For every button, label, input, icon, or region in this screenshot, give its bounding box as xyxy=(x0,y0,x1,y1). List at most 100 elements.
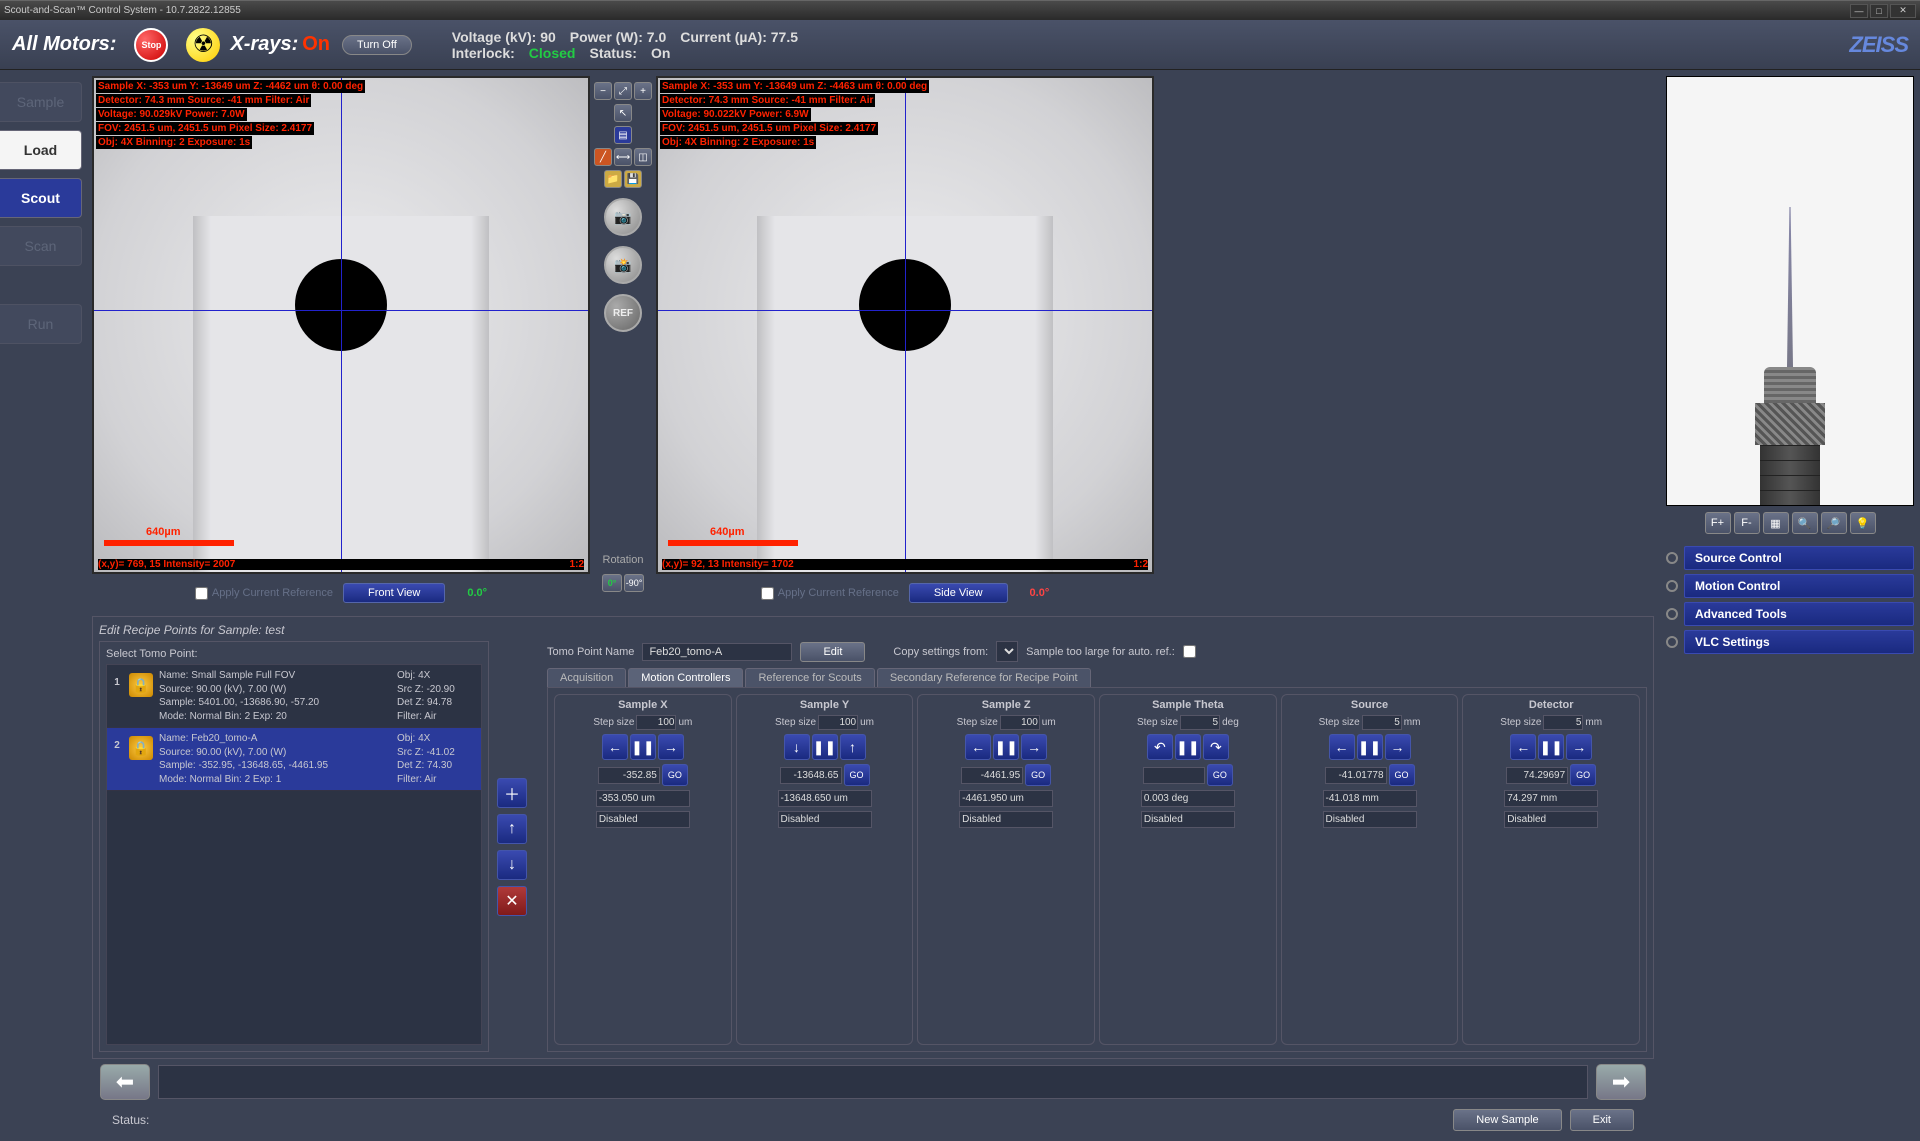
motor-sz-neg[interactable]: ← xyxy=(965,734,991,760)
line-tool-icon[interactable]: ╱ xyxy=(594,148,612,166)
maximize-button[interactable]: □ xyxy=(1870,4,1888,18)
rotate-neg90-button[interactable]: -90° xyxy=(624,574,644,592)
motor-src-target[interactable] xyxy=(1325,767,1387,784)
lamp-icon[interactable]: 💡 xyxy=(1850,512,1876,534)
side-view-button[interactable]: Side View xyxy=(909,583,1008,603)
motor-det-state: Disabled xyxy=(1504,811,1598,828)
minimize-button[interactable]: — xyxy=(1850,4,1868,18)
close-button[interactable]: ✕ xyxy=(1890,4,1916,18)
motor-sx-pos[interactable]: → xyxy=(658,734,684,760)
vlc-settings-radio[interactable] xyxy=(1666,636,1678,648)
motor-sy-pos[interactable]: ↑ xyxy=(840,734,866,760)
motor-det-stop[interactable]: ❚❚ xyxy=(1538,734,1564,760)
side-viewport[interactable]: Sample X: -353 um Y: -13649 um Z: -4463 … xyxy=(656,76,1154,574)
motor-sz-step[interactable] xyxy=(1000,715,1040,730)
motor-st-target[interactable] xyxy=(1143,767,1205,784)
motor-st-stop[interactable]: ❚❚ xyxy=(1175,734,1201,760)
ruler-tool-icon[interactable]: ◫ xyxy=(634,148,652,166)
tomo-item-2[interactable]: 2 🔒 Name: Feb20_tomo-A Source: 90.00 (kV… xyxy=(107,728,481,791)
motor-sy-go[interactable]: GO xyxy=(844,764,870,786)
source-control-radio[interactable] xyxy=(1666,552,1678,564)
rotate-zero-button[interactable]: 0° xyxy=(602,574,622,592)
front-view-button[interactable]: Front View xyxy=(343,583,445,603)
motor-src-pos[interactable]: → xyxy=(1385,734,1411,760)
zoom-fit-icon[interactable]: ⤢ xyxy=(614,82,632,100)
motor-sy-target[interactable] xyxy=(780,767,842,784)
tab-acquisition[interactable]: Acquisition xyxy=(547,668,626,687)
zoom-in-icon[interactable]: + xyxy=(634,82,652,100)
save-icon[interactable]: 💾 xyxy=(624,170,642,188)
advanced-tools-header[interactable]: Advanced Tools xyxy=(1684,602,1914,626)
front-viewport[interactable]: Sample X: -353 um Y: -13649 um Z: -4462 … xyxy=(92,76,590,574)
motor-det-step[interactable] xyxy=(1543,715,1583,730)
motor-st-pos[interactable]: ↷ xyxy=(1203,734,1229,760)
measure-tool-icon[interactable]: ⟷ xyxy=(614,148,632,166)
next-arrow[interactable]: ➡ xyxy=(1596,1064,1646,1100)
tab-load[interactable]: Load xyxy=(0,130,82,170)
motor-sx-stop[interactable]: ❚❚ xyxy=(630,734,656,760)
motor-det-pos[interactable]: → xyxy=(1566,734,1592,760)
motor-sy-neg[interactable]: ↓ xyxy=(784,734,810,760)
zoom-in-icon[interactable]: 🔍 xyxy=(1792,512,1818,534)
source-control-header[interactable]: Source Control xyxy=(1684,546,1914,570)
advanced-tools-radio[interactable] xyxy=(1666,608,1678,620)
tomo-list[interactable]: 1 🔒 Name: Small Sample Full FOV Source: … xyxy=(106,664,482,1045)
folder-icon[interactable]: 📁 xyxy=(604,170,622,188)
side-apply-ref-check[interactable]: Apply Current Reference xyxy=(761,587,899,600)
move-down-button[interactable]: ↓ xyxy=(497,850,527,880)
live-camera-icon[interactable]: 📷 xyxy=(604,198,642,236)
focus-minus-icon[interactable]: F- xyxy=(1734,512,1760,534)
lock-icon[interactable]: 🔒 xyxy=(129,673,153,697)
vlc-settings-header[interactable]: VLC Settings xyxy=(1684,630,1914,654)
zoom-out-icon[interactable]: 🔎 xyxy=(1821,512,1847,534)
motor-sx-target[interactable] xyxy=(598,767,660,784)
motor-sx-neg[interactable]: ← xyxy=(602,734,628,760)
pointer-icon[interactable]: ↖ xyxy=(614,104,632,122)
motor-src-neg[interactable]: ← xyxy=(1329,734,1355,760)
focus-plus-icon[interactable]: F+ xyxy=(1705,512,1731,534)
tab-motion-controllers[interactable]: Motion Controllers xyxy=(628,668,743,687)
exit-button[interactable]: Exit xyxy=(1570,1109,1634,1131)
tomo-name-input[interactable] xyxy=(642,643,792,661)
tab-secondary-reference[interactable]: Secondary Reference for Recipe Point xyxy=(877,668,1091,687)
histogram-icon[interactable]: ▤ xyxy=(614,126,632,144)
motor-src-step[interactable] xyxy=(1362,715,1402,730)
move-up-button[interactable]: ↑ xyxy=(497,814,527,844)
zoom-out-icon[interactable]: − xyxy=(594,82,612,100)
motor-sy-stop[interactable]: ❚❚ xyxy=(812,734,838,760)
motor-det-target[interactable] xyxy=(1506,767,1568,784)
motor-sz-target[interactable] xyxy=(961,767,1023,784)
add-tomo-button[interactable]: ＋ xyxy=(497,778,527,808)
motor-st-step[interactable] xyxy=(1180,715,1220,730)
motor-sz-stop[interactable]: ❚❚ xyxy=(993,734,1019,760)
too-large-check[interactable] xyxy=(1183,645,1196,658)
motion-control-radio[interactable] xyxy=(1666,580,1678,592)
motor-sz-go[interactable]: GO xyxy=(1025,764,1051,786)
motor-sy-step[interactable] xyxy=(818,715,858,730)
motor-det-go[interactable]: GO xyxy=(1570,764,1596,786)
motor-det-neg[interactable]: ← xyxy=(1510,734,1536,760)
front-apply-ref-check[interactable]: Apply Current Reference xyxy=(195,587,333,600)
turn-off-button[interactable]: Turn Off xyxy=(342,35,412,55)
motor-sz-pos[interactable]: → xyxy=(1021,734,1047,760)
tab-reference-scouts[interactable]: Reference for Scouts xyxy=(745,668,874,687)
edit-button[interactable]: Edit xyxy=(800,642,865,662)
snapshot-icon[interactable]: 📸 xyxy=(604,246,642,284)
motor-sx-go[interactable]: GO xyxy=(662,764,688,786)
new-sample-button[interactable]: New Sample xyxy=(1453,1109,1561,1131)
tomo-item-1[interactable]: 1 🔒 Name: Small Sample Full FOV Source: … xyxy=(107,665,481,728)
motor-st-neg[interactable]: ↶ xyxy=(1147,734,1173,760)
motor-src-stop[interactable]: ❚❚ xyxy=(1357,734,1383,760)
motor-st-go[interactable]: GO xyxy=(1207,764,1233,786)
stop-button[interactable]: Stop xyxy=(134,28,168,62)
delete-tomo-button[interactable]: ✕ xyxy=(497,886,527,916)
camera-settings-icon[interactable]: ▦ xyxy=(1763,512,1789,534)
reference-button[interactable]: REF xyxy=(604,294,642,332)
lock-icon[interactable]: 🔒 xyxy=(129,736,153,760)
motor-sx-step[interactable] xyxy=(636,715,676,730)
motion-control-header[interactable]: Motion Control xyxy=(1684,574,1914,598)
copy-from-select[interactable] xyxy=(996,641,1018,662)
tab-scout[interactable]: Scout xyxy=(0,178,82,218)
prev-arrow[interactable]: ⬅ xyxy=(100,1064,150,1100)
motor-src-go[interactable]: GO xyxy=(1389,764,1415,786)
